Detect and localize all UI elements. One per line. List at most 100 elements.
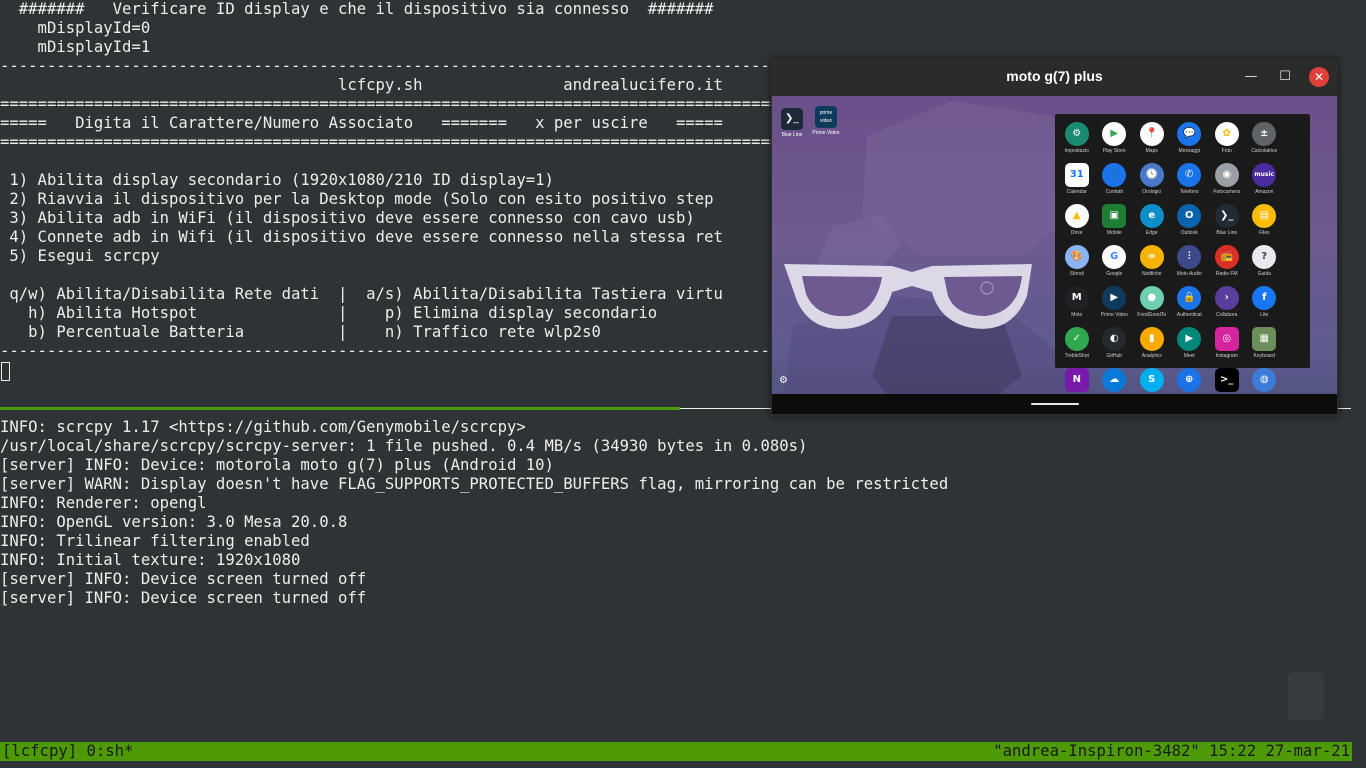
app-tile[interactable]: ▣ Mobile [1096, 204, 1134, 245]
close-button[interactable]: ✕ [1309, 67, 1329, 87]
app-tile[interactable]: 💬 Messaggi [1171, 122, 1209, 163]
app-label: Drive [1070, 230, 1083, 236]
app-tile[interactable]: ? Guida [1246, 245, 1284, 286]
terminal-bottom-line: INFO: Renderer: opengl [0, 494, 207, 512]
app-tile[interactable]: 👤 Contatti [1096, 163, 1134, 204]
app-label: TrebleShot [1064, 353, 1089, 359]
app-label: FoodGoodTo [1137, 312, 1167, 318]
keyboard-icon: ◍ [1252, 368, 1277, 392]
terminal-bottom-line: [server] WARN: Display doesn't have FLAG… [0, 475, 949, 493]
app-label: Meet [1183, 353, 1195, 359]
app-label: Foto [1221, 148, 1232, 154]
app-tile[interactable]: ✿ Foto [1208, 122, 1246, 163]
app-tile[interactable]: ▶ Play Store [1096, 122, 1134, 163]
app-label: Fotocamera [1213, 189, 1241, 195]
prime-video-icon: prime video [815, 106, 837, 128]
app-tile[interactable]: ▮ Analytics [1133, 327, 1171, 368]
app-tile[interactable]: ❯_ Blue Line [1208, 204, 1246, 245]
app-label: Radio FM [1215, 271, 1238, 277]
drive-icon: ▲ [1064, 204, 1089, 228]
app-label: Orologio [1142, 189, 1162, 195]
app-tile[interactable]: ⫶ Moto Audio [1171, 245, 1209, 286]
desktop-icon-prime-video[interactable]: prime video Prime Video [806, 106, 846, 136]
app-tile[interactable]: 🎨 Sfondi [1058, 245, 1096, 286]
minimize-button[interactable]: — [1241, 67, 1261, 87]
app-drawer[interactable]: ⚙ Impostazio ▶ Play Store 📍 Maps 💬 Messaggi ✿ Fot… [1055, 114, 1310, 400]
messages-icon: 💬 [1177, 122, 1202, 146]
app-tile[interactable]: e Edge [1133, 204, 1171, 245]
app-label: Maps [1145, 148, 1158, 154]
app-tile[interactable]: ◎ Instagram [1208, 327, 1246, 368]
terminal-top-line: ####### Verificare ID display e che il d… [0, 0, 714, 18]
keyboard-icon: ▦ [1252, 327, 1277, 351]
app-tile[interactable]: ▦ Keyboard [1246, 327, 1284, 368]
app-label: Telefono [1179, 189, 1199, 195]
app-tile[interactable]: M Moto [1058, 286, 1096, 327]
radio-icon: 📻 [1214, 245, 1239, 269]
termux-icon: >_ [1214, 368, 1239, 392]
app-label: Collabora [1216, 312, 1238, 318]
terminal-bottom-pane[interactable]: INFO: scrcpy 1.17 <https://github.com/Ge… [0, 418, 948, 608]
analytics-icon: ▮ [1139, 327, 1164, 351]
app-tile[interactable]: 🔒 Authenticat [1171, 286, 1209, 327]
files-icon: ▤ [1252, 204, 1277, 228]
app-tile[interactable]: ⚙ Impostazio [1058, 122, 1096, 163]
collabora-icon: › [1214, 286, 1239, 310]
app-tile[interactable]: › Collabora [1208, 286, 1246, 327]
edge-icon: e [1139, 204, 1164, 228]
app-tile[interactable]: ∞ Notifiche [1133, 245, 1171, 286]
home-gesture-handle[interactable] [1031, 403, 1079, 405]
terminal-bottom-line: INFO: scrcpy 1.17 <https://github.com/Ge… [0, 418, 526, 436]
prime-video-icon: ▶ [1102, 286, 1127, 310]
window-titlebar[interactable]: moto g(7) plus — ☐ ✕ [771, 58, 1338, 96]
trebleshot-icon: ✓ [1064, 327, 1089, 351]
app-tile[interactable]: ● FoodGoodTo [1133, 286, 1171, 327]
app-tile[interactable]: ✆ Telefono [1171, 163, 1209, 204]
app-tile[interactable]: 📻 Radio FM [1208, 245, 1246, 286]
app-tile[interactable]: 📍 Maps [1133, 122, 1171, 163]
scrcpy-window[interactable]: moto g(7) plus — ☐ ✕ ❯_ Blue Line prime … [771, 58, 1338, 416]
onedrive-icon: ☁ [1102, 368, 1127, 392]
app-tile[interactable]: 🕓 Orologio [1133, 163, 1171, 204]
app-tile[interactable]: 31 Calendar [1058, 163, 1096, 204]
app-tile[interactable]: ◉ Fotocamera [1208, 163, 1246, 204]
app-tile[interactable]: O Outlook [1171, 204, 1209, 245]
app-tile[interactable]: music Amazon [1246, 163, 1284, 204]
app-label: Impostazio [1064, 148, 1089, 154]
settings-icon: ⚙ [1064, 122, 1089, 146]
app-label: Guida [1257, 271, 1271, 277]
contacts-icon: 👤 [1102, 163, 1127, 187]
app-label: Lite [1260, 312, 1269, 318]
settings-icon[interactable]: ⚙ [779, 375, 788, 386]
maximize-button[interactable]: ☐ [1275, 67, 1295, 87]
terminal-icon: ❯_ [781, 108, 803, 130]
app-tile[interactable]: ✓ TrebleShot [1058, 327, 1096, 368]
authenticator-icon: 🔒 [1177, 286, 1202, 310]
app-tile[interactable]: ▶ Meet [1171, 327, 1209, 368]
app-label: Blue Line [1216, 230, 1238, 236]
app-label: Moto Audio [1176, 271, 1202, 277]
app-tile[interactable]: ▶ Prime Video [1096, 286, 1134, 327]
food-icon: ● [1139, 286, 1164, 310]
app-tile[interactable]: ◐ GitHub [1096, 327, 1134, 368]
app-tile[interactable]: G Google [1096, 245, 1134, 286]
github-icon: ◐ [1102, 327, 1127, 351]
tmux-status-bar: [lcfcpy] 0:sh* "andrea-Inspiron-3482" 15… [0, 742, 1352, 761]
app-tile[interactable]: ± Calcolatrice [1246, 122, 1284, 163]
terminal-top-line: mDisplayId=0 [0, 19, 151, 37]
facebook-icon: f [1252, 286, 1277, 310]
navigation-bar [772, 394, 1337, 414]
app-tile[interactable]: f Lite [1246, 286, 1284, 327]
app-tile[interactable]: ▤ Files [1246, 204, 1284, 245]
terminal-bottom-line: INFO: Initial texture: 1920x1080 [0, 551, 301, 569]
camera-icon: ◉ [1214, 163, 1239, 187]
amazon-music-icon: music [1252, 163, 1277, 187]
app-label: Prime Video [1100, 312, 1128, 318]
app-grid: ⚙ Impostazio ▶ Play Store 📍 Maps 💬 Messaggi ✿ Fot… [1055, 122, 1313, 409]
app-tile[interactable]: ▲ Drive [1058, 204, 1096, 245]
help-icon: ? [1252, 245, 1277, 269]
active-pane-indicator [0, 407, 680, 410]
wallpapers-icon: 🎨 [1064, 245, 1089, 269]
device-screen[interactable]: ❯_ Blue Line prime video Prime Video ⚙ ⚙… [772, 96, 1337, 414]
app-label: Notifiche [1142, 271, 1162, 277]
